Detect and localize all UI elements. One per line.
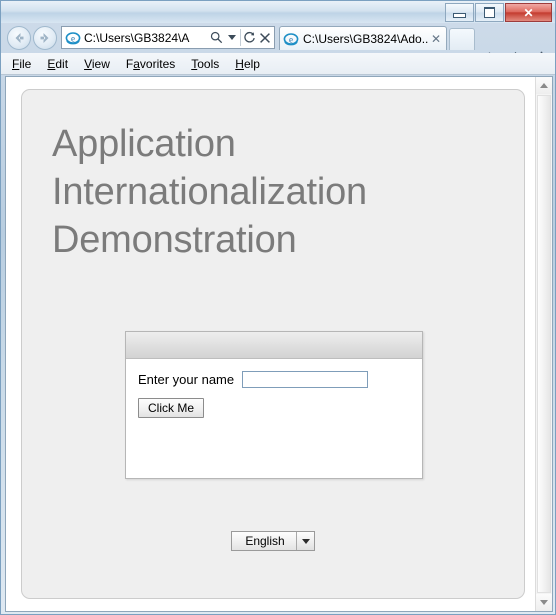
- browser-window: ✕ e C:\Users\GB3824\A e C:\Users\GB3824\…: [0, 0, 556, 615]
- back-button[interactable]: [7, 26, 31, 50]
- menu-bar: File Edit View Favorites Tools Help: [1, 53, 555, 75]
- tab-item-active[interactable]: e C:\Users\GB3824\Ado... ✕: [279, 26, 447, 50]
- menu-item-favorites[interactable]: Favorites: [126, 57, 175, 71]
- navigation-bar: e C:\Users\GB3824\A e C:\Users\GB3824\Ad…: [1, 23, 555, 67]
- svg-text:e: e: [71, 33, 75, 43]
- search-icon[interactable]: [209, 28, 224, 48]
- address-divider: [240, 29, 241, 46]
- tab-title: C:\Users\GB3824\Ado...: [303, 31, 429, 46]
- minimize-button[interactable]: [445, 3, 474, 22]
- form-panel: Enter your name Click Me: [125, 331, 423, 479]
- menu-item-view[interactable]: View: [84, 57, 110, 71]
- name-input[interactable]: [242, 371, 369, 388]
- web-page: Application Internationalization Demonst…: [6, 77, 535, 611]
- menu-item-file[interactable]: File: [12, 57, 31, 71]
- address-input-text[interactable]: C:\Users\GB3824\A: [84, 31, 209, 45]
- chevron-down-icon[interactable]: [224, 28, 239, 48]
- menu-item-tools[interactable]: Tools: [191, 57, 219, 71]
- maximize-icon: [476, 4, 503, 21]
- close-button[interactable]: ✕: [505, 3, 552, 22]
- forward-button[interactable]: [33, 26, 57, 50]
- click-me-button[interactable]: Click Me: [138, 398, 205, 418]
- refresh-icon[interactable]: [242, 28, 257, 48]
- language-select[interactable]: English: [231, 531, 315, 551]
- close-icon: ✕: [523, 5, 534, 20]
- svg-text:e: e: [289, 34, 293, 44]
- new-tab-button[interactable]: [449, 28, 475, 50]
- page-title: Application Internationalization Demonst…: [52, 123, 367, 261]
- minimize-icon: [446, 4, 473, 21]
- maximize-button[interactable]: [475, 3, 504, 22]
- stop-icon[interactable]: [257, 28, 272, 48]
- scrollbar-thumb[interactable]: [537, 95, 551, 593]
- form-panel-body: Enter your name Click Me: [126, 359, 422, 418]
- menu-item-help[interactable]: Help: [235, 57, 260, 71]
- menu-item-edit[interactable]: Edit: [47, 57, 68, 71]
- scroll-down-icon[interactable]: [536, 594, 552, 611]
- title-bar: ✕: [1, 1, 555, 23]
- scroll-up-icon[interactable]: [536, 77, 552, 94]
- name-label: Enter your name: [138, 372, 235, 387]
- forward-arrow-icon: [40, 33, 49, 43]
- page-content-frame: Application Internationalization Demonst…: [21, 89, 525, 599]
- address-bar[interactable]: e C:\Users\GB3824\A: [61, 26, 275, 49]
- tab-close-icon[interactable]: ✕: [429, 32, 443, 46]
- ie-logo-icon: e: [65, 31, 81, 44]
- language-selected-value: English: [245, 534, 285, 548]
- back-arrow-icon: [15, 33, 24, 43]
- browser-viewport: Application Internationalization Demonst…: [5, 76, 553, 612]
- form-panel-header: [126, 332, 422, 359]
- chevron-down-icon[interactable]: [296, 532, 314, 550]
- ie-logo-icon: e: [283, 32, 299, 45]
- vertical-scrollbar[interactable]: [535, 77, 552, 611]
- window-controls: ✕: [445, 3, 552, 22]
- name-form-row: Enter your name: [138, 371, 422, 388]
